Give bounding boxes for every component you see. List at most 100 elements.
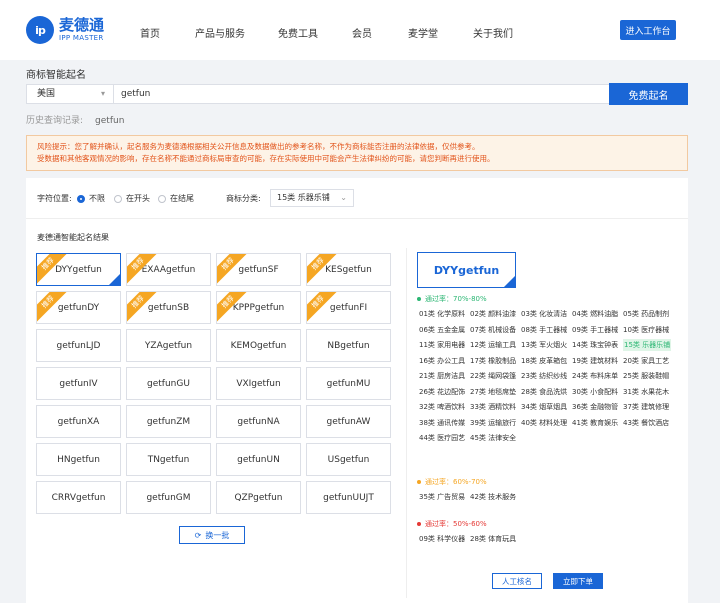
class-item[interactable]: 21类 厨房洁具 xyxy=(419,370,465,382)
class-item[interactable]: 08类 手工器械 xyxy=(521,324,567,336)
name-card[interactable]: 推荐 getfunSF xyxy=(216,253,301,286)
class-item[interactable]: 18类 皮革箱包 xyxy=(521,355,567,367)
generate-button[interactable]: 免费起名 xyxy=(609,83,688,105)
name-card[interactable]: NBgetfun xyxy=(306,329,391,362)
name-card[interactable]: 推荐 KESgetfun xyxy=(306,253,391,286)
class-item[interactable]: 04类 燃料油脂 xyxy=(572,308,618,320)
name-card[interactable]: YZAgetfun xyxy=(126,329,211,362)
class-item[interactable]: 01类 化学原料 xyxy=(419,308,465,320)
class-item[interactable]: 23类 纺织纱线 xyxy=(521,370,567,382)
name-card[interactable]: QZPgetfun xyxy=(216,481,301,514)
name-card[interactable]: getfunIV xyxy=(36,367,121,400)
class-item[interactable]: 09类 手工器械 xyxy=(572,324,618,336)
class-item[interactable]: 35类 广告贸易 xyxy=(419,491,465,503)
history-item[interactable]: getfun xyxy=(95,116,124,126)
name-card[interactable]: TNgetfun xyxy=(126,443,211,476)
class-item[interactable]: 22类 绳网袋篷 xyxy=(470,370,516,382)
class-item[interactable]: 24类 布料床单 xyxy=(572,370,618,382)
class-item[interactable]: 25类 服装鞋帽 xyxy=(623,370,669,382)
class-item[interactable]: 03类 化妆清洁 xyxy=(521,308,567,320)
name-card[interactable]: getfunGM xyxy=(126,481,211,514)
class-item[interactable]: 34类 烟草烟具 xyxy=(521,401,567,413)
class-item[interactable]: 28类 食品洗烘 xyxy=(521,386,567,398)
class-item[interactable]: 42类 技术服务 xyxy=(470,491,516,503)
position-option-start[interactable]: 在开头 xyxy=(114,193,150,204)
refresh-button[interactable]: ⟳ 换一批 xyxy=(179,526,245,544)
position-option-end[interactable]: 在结尾 xyxy=(158,193,194,204)
name-card[interactable]: 推荐 DYYgetfun xyxy=(36,253,121,286)
name-card[interactable]: 推荐 getfunFI xyxy=(306,291,391,324)
name-card[interactable]: getfunNA xyxy=(216,405,301,438)
name-card-label: getfunGU xyxy=(147,378,190,389)
nav-free-tools[interactable]: 免费工具 xyxy=(278,25,318,40)
name-card[interactable]: 推荐 KPPPgetfun xyxy=(216,291,301,324)
name-card[interactable]: getfunZM xyxy=(126,405,211,438)
name-card[interactable]: 推荐 getfunDY xyxy=(36,291,121,324)
nav-products[interactable]: 产品与服务 xyxy=(195,25,245,40)
name-card[interactable]: KEMOgetfun xyxy=(216,329,301,362)
class-item[interactable]: 38类 通讯传媒 xyxy=(419,417,465,429)
name-card-label: getfunDY xyxy=(57,302,100,313)
name-card[interactable]: getfunXA xyxy=(36,405,121,438)
class-item[interactable]: 31类 水果花木 xyxy=(623,386,669,398)
nav-about[interactable]: 关于我们 xyxy=(473,25,513,40)
class-item[interactable]: 20类 家具工艺 xyxy=(623,355,669,367)
name-card[interactable]: VXIgetfun xyxy=(216,367,301,400)
selected-name-card[interactable]: DYYgetfun xyxy=(417,252,516,288)
nav-home[interactable]: 首页 xyxy=(140,25,160,40)
name-card[interactable]: getfunGU xyxy=(126,367,211,400)
name-card[interactable]: USgetfun xyxy=(306,443,391,476)
class-item[interactable]: 02类 颜料油漆 xyxy=(470,308,516,320)
class-item[interactable]: 13类 军火烟火 xyxy=(521,339,567,351)
country-select[interactable]: 美国 ▾ xyxy=(27,85,114,103)
class-item[interactable]: 12类 运输工具 xyxy=(470,339,516,351)
workbench-button[interactable]: 进入工作台 xyxy=(620,20,676,40)
nav-academy[interactable]: 麦学堂 xyxy=(408,25,438,40)
name-card[interactable]: CRRVgetfun xyxy=(36,481,121,514)
class-item[interactable]: 14类 珠宝钟表 xyxy=(572,339,618,351)
class-item[interactable]: 09类 科学仪器 xyxy=(419,533,465,545)
name-card[interactable]: getfunAW xyxy=(306,405,391,438)
class-item[interactable]: 17类 橡胶制品 xyxy=(470,355,516,367)
site-logo[interactable]: ip 麦德通 IPP MASTER xyxy=(26,15,104,45)
position-option-any[interactable]: 不限 xyxy=(77,193,105,204)
class-item[interactable]: 39类 运输旅行 xyxy=(470,417,516,429)
class-item[interactable]: 33类 酒精饮料 xyxy=(470,401,516,413)
class-item[interactable]: 45类 法律安全 xyxy=(470,432,516,444)
class-item[interactable]: 11类 家用电器 xyxy=(419,339,465,351)
class-item[interactable]: 43类 餐饮酒店 xyxy=(623,417,669,429)
name-card[interactable]: getfunUN xyxy=(216,443,301,476)
name-card[interactable]: getfunUUJT xyxy=(306,481,391,514)
class-item[interactable]: 15类 乐器乐铺 xyxy=(623,339,672,351)
class-item[interactable]: 05类 药品制剂 xyxy=(623,308,669,320)
class-item[interactable]: 27类 地毯席垫 xyxy=(470,386,516,398)
name-card[interactable]: getfunMU xyxy=(306,367,391,400)
manual-check-button[interactable]: 人工核名 xyxy=(492,573,542,589)
nav-membership[interactable]: 会员 xyxy=(352,25,372,40)
class-item[interactable]: 28类 体育玩具 xyxy=(470,533,516,545)
class-item[interactable]: 06类 五金金属 xyxy=(419,324,465,336)
name-card-label: getfunSF xyxy=(238,264,279,275)
name-card[interactable]: HNgetfun xyxy=(36,443,121,476)
name-card[interactable]: getfunLJD xyxy=(36,329,121,362)
name-card-label: getfunSB xyxy=(147,302,190,313)
order-now-button[interactable]: 立即下单 xyxy=(553,573,603,589)
results-panel: 字符位置: 不限 在开头 在结尾 商标分类: 15类 乐器乐铺 ⌄ 麦德通智能起… xyxy=(26,178,688,603)
class-item[interactable]: 30类 小食配料 xyxy=(572,386,618,398)
class-item[interactable]: 26类 花边配饰 xyxy=(419,386,465,398)
class-item[interactable]: 07类 机械设备 xyxy=(470,324,516,336)
class-item[interactable]: 40类 材料处理 xyxy=(521,417,567,429)
name-card[interactable]: 推荐 EXAAgetfun xyxy=(126,253,211,286)
name-card[interactable]: 推荐 getfunSB xyxy=(126,291,211,324)
class-item[interactable]: 19类 建筑材料 xyxy=(572,355,618,367)
name-search-input[interactable]: getfun xyxy=(121,85,150,103)
class-item[interactable]: 16类 办公工具 xyxy=(419,355,465,367)
class-item[interactable]: 44类 医疗园艺 xyxy=(419,432,465,444)
pass-rate-label: 通过率：70%-80% xyxy=(417,294,487,304)
class-item[interactable]: 37类 建筑修理 xyxy=(623,401,669,413)
class-item[interactable]: 41类 教育娱乐 xyxy=(572,417,618,429)
class-item[interactable]: 10类 医疗器械 xyxy=(623,324,669,336)
category-select[interactable]: 15类 乐器乐铺 ⌄ xyxy=(270,189,354,207)
class-item[interactable]: 32类 啤酒饮料 xyxy=(419,401,465,413)
class-item[interactable]: 36类 金融物管 xyxy=(572,401,618,413)
